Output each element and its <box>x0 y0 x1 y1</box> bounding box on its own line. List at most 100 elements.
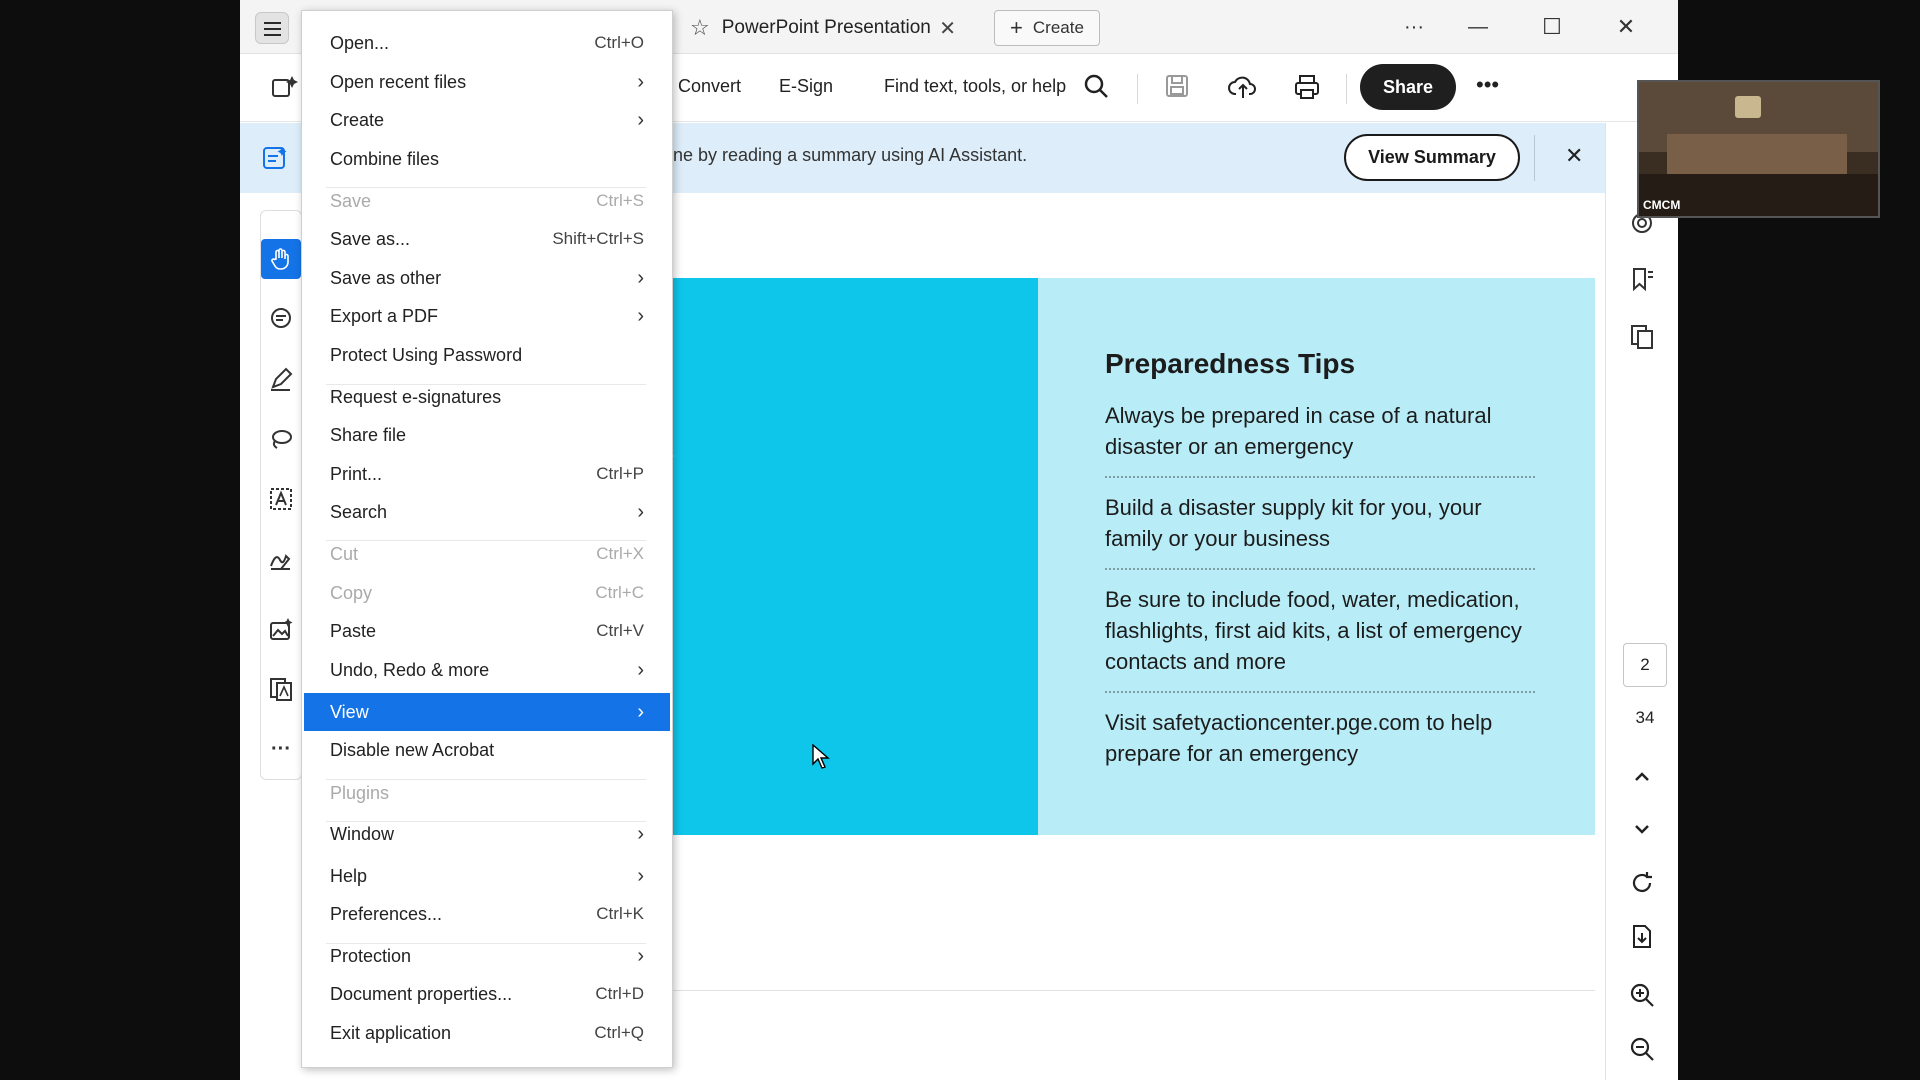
extract-page-icon[interactable] <box>1628 923 1658 953</box>
menu-item[interactable]: Help › <box>304 857 670 895</box>
menu-item[interactable]: Save as other › <box>304 259 670 297</box>
menu-item-label: Request e-signatures <box>330 386 502 407</box>
menu-item[interactable]: Document properties... Ctrl+D <box>304 975 670 1013</box>
menu-item[interactable]: View › <box>304 693 670 731</box>
menu-item-label: Plugins <box>330 782 390 803</box>
slide-page: y Preparedness Tips Always be prepared i… <box>640 278 1595 835</box>
menu-item[interactable]: Exit application Ctrl+Q <box>304 1014 670 1052</box>
menu-item[interactable]: Create › <box>304 101 670 139</box>
chevron-right-icon: › <box>637 822 644 845</box>
close-window-button[interactable]: ✕ <box>1606 10 1646 44</box>
left-tool-rail: ··· <box>260 210 302 780</box>
menu-item-shortcut: Shift+Ctrl+S <box>552 229 644 248</box>
menu-item-shortcut: Ctrl+O <box>594 33 644 52</box>
webcam-seal <box>1735 96 1761 118</box>
signature-icon[interactable] <box>261 539 301 579</box>
convert-tab[interactable]: Convert <box>678 76 741 97</box>
find-tools-search[interactable]: Find text, tools, or help <box>884 76 1066 97</box>
page-total: 34 <box>1635 708 1655 727</box>
rotate-icon[interactable] <box>1628 869 1658 899</box>
share-button[interactable]: Share <box>1360 64 1456 110</box>
maximize-button[interactable]: ☐ <box>1532 10 1572 44</box>
chevron-right-icon: › <box>637 70 644 93</box>
menu-item[interactable]: Open recent files › <box>304 63 670 101</box>
chevron-right-icon: › <box>637 864 644 887</box>
pages-icon[interactable] <box>1628 323 1658 353</box>
print-icon[interactable] <box>1292 72 1324 104</box>
menu-item[interactable]: Save as... Shift+Ctrl+S <box>304 220 670 258</box>
document-tab[interactable]: ☆ PowerPoint Presentation ✕ <box>680 6 974 50</box>
menu-item[interactable]: Export a PDF › <box>304 297 670 335</box>
menu-item-label: Undo, Redo & more <box>330 659 490 680</box>
create-tab-button[interactable]: + Create <box>994 10 1100 46</box>
hamburger-icon <box>264 22 281 24</box>
tab-close-button[interactable]: ✕ <box>939 16 956 41</box>
star-icon[interactable]: ☆ <box>690 15 710 41</box>
menu-item-shortcut: Ctrl+K <box>596 904 644 923</box>
window-more-button[interactable]: ··· <box>1394 10 1434 44</box>
current-page-input[interactable]: 2 <box>1623 643 1667 687</box>
hand-tool-icon[interactable] <box>261 239 301 279</box>
menu-item-shortcut: Ctrl+X <box>596 544 644 563</box>
pen-icon[interactable] <box>261 359 301 399</box>
search-icon[interactable] <box>1082 72 1114 104</box>
more-tools-icon[interactable]: ··· <box>261 729 301 769</box>
chevron-right-icon: › <box>637 108 644 131</box>
zoom-in-icon[interactable] <box>1628 981 1658 1011</box>
webcam-dais <box>1667 134 1847 174</box>
main-menu-dropdown: Open... Ctrl+O Open recent files › Create › Co… <box>301 10 673 1068</box>
ocr-document-icon[interactable] <box>261 669 301 709</box>
menu-item[interactable]: Share file <box>304 416 670 454</box>
menu-item: Copy Ctrl+C <box>304 574 670 612</box>
slide-left-panel: y <box>640 278 1038 835</box>
menu-item[interactable]: Paste Ctrl+V <box>304 612 670 650</box>
chevron-right-icon: › <box>637 304 644 327</box>
menu-item-label: Copy <box>330 582 373 603</box>
menu-item[interactable]: Preferences... Ctrl+K <box>304 895 670 933</box>
menu-item-label: Cut <box>330 543 359 564</box>
menu-item: Cut Ctrl+X <box>304 535 670 573</box>
toolbar-divider <box>1137 74 1138 104</box>
menu-item: Save Ctrl+S <box>304 182 670 220</box>
menu-item[interactable]: Window › <box>304 815 670 853</box>
text-tool-icon[interactable] <box>261 479 301 519</box>
menu-item-shortcut: Ctrl+D <box>595 984 644 1003</box>
menu-item[interactable]: Combine files <box>304 140 670 178</box>
menu-item-label: Help <box>330 865 368 886</box>
chevron-right-icon: › <box>637 944 644 967</box>
edit-image-icon[interactable] <box>261 609 301 649</box>
menu-item[interactable]: Open... Ctrl+O <box>304 24 670 62</box>
toolbar-more-button[interactable]: ••• <box>1476 72 1499 98</box>
hamburger-menu-button[interactable] <box>255 12 289 44</box>
menu-item[interactable]: Undo, Redo & more › <box>304 651 670 689</box>
menu-item[interactable]: Search › <box>304 493 670 531</box>
chevron-right-icon: › <box>637 500 644 523</box>
view-summary-button[interactable]: View Summary <box>1344 134 1520 181</box>
webcam-label: CMCM <box>1643 198 1681 212</box>
menu-item-label: Protection <box>330 945 412 966</box>
menu-item-label: Share file <box>330 424 407 445</box>
banner-divider <box>1534 135 1535 181</box>
menu-item-label: Export a PDF <box>330 305 439 326</box>
comment-icon[interactable] <box>261 299 301 339</box>
tip-item: Be sure to include food, water, medicati… <box>1105 584 1535 693</box>
menu-item[interactable]: Protection › <box>304 937 670 975</box>
ai-summary-icon <box>262 145 290 173</box>
ai-tools-icon[interactable] <box>270 72 302 104</box>
menu-item[interactable]: Disable new Acrobat <box>304 731 670 769</box>
bookmark-icon[interactable] <box>1628 265 1658 295</box>
create-tab-label: Create <box>1032 18 1084 37</box>
chevron-up-icon[interactable] <box>1628 763 1658 793</box>
minimize-button[interactable]: — <box>1458 10 1498 44</box>
banner-close-button[interactable]: ✕ <box>1565 143 1583 169</box>
lasso-icon[interactable] <box>261 419 301 459</box>
menu-item[interactable]: Protect Using Password <box>304 336 670 374</box>
menu-item[interactable]: Request e-signatures <box>304 378 670 416</box>
zoom-out-icon[interactable] <box>1628 1035 1658 1065</box>
menu-item-label: Disable new Acrobat <box>330 739 495 760</box>
chevron-down-icon[interactable] <box>1628 815 1658 845</box>
save-icon[interactable] <box>1163 72 1195 104</box>
esign-tab[interactable]: E-Sign <box>779 76 833 97</box>
cloud-upload-icon[interactable] <box>1228 72 1260 104</box>
menu-item[interactable]: Print... Ctrl+P <box>304 455 670 493</box>
